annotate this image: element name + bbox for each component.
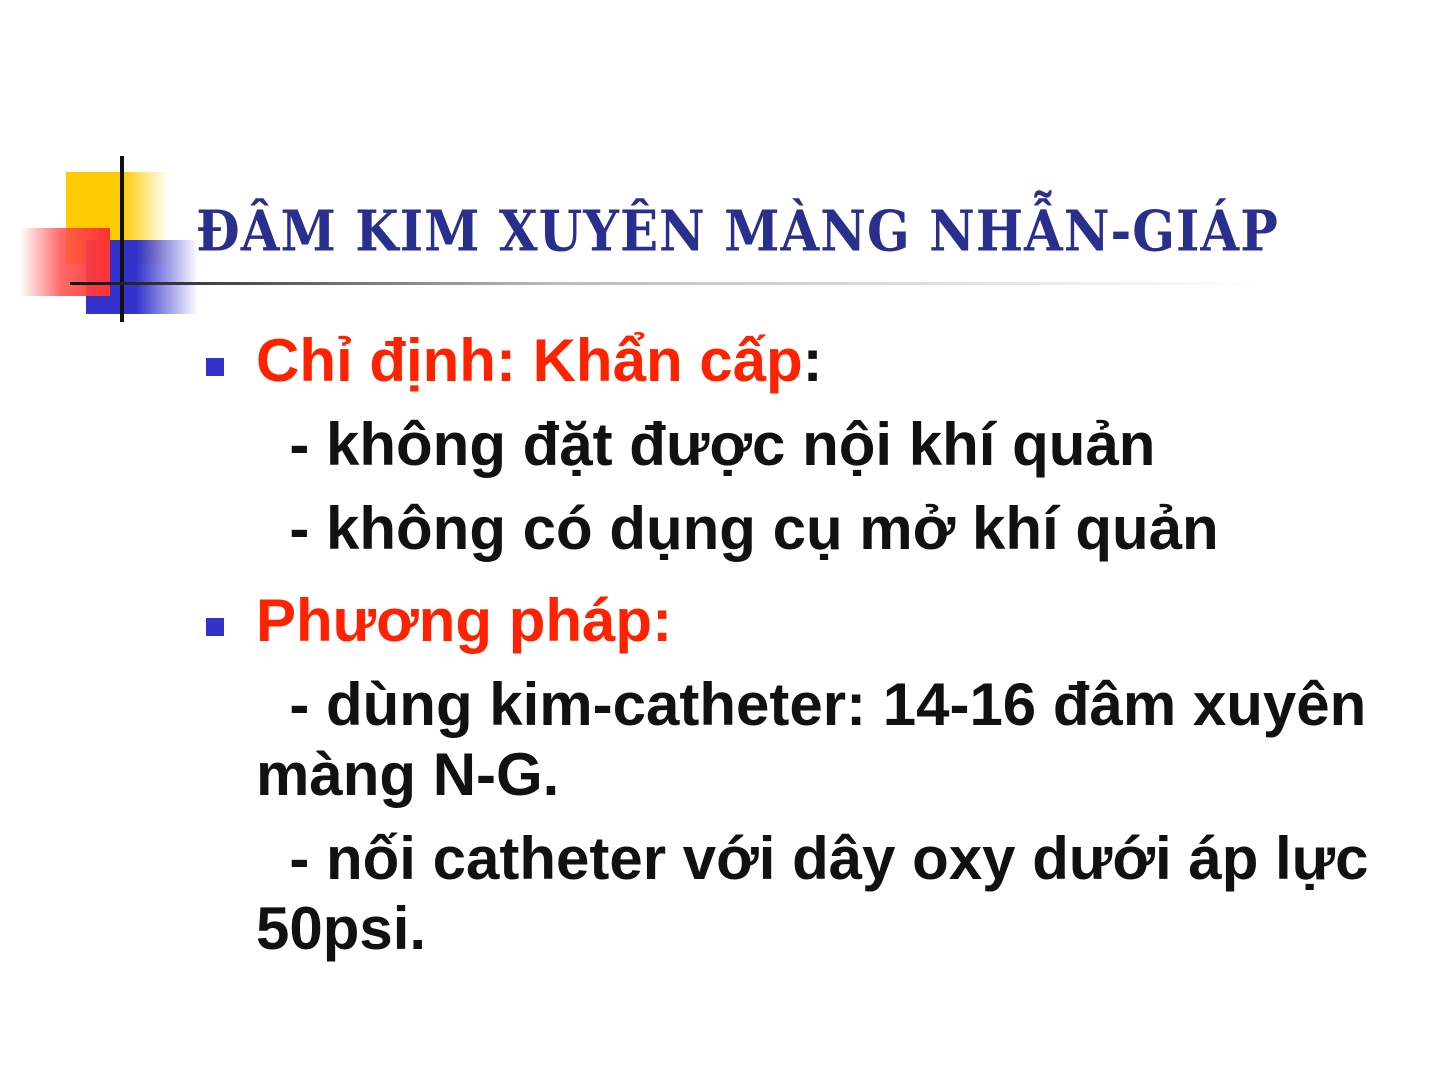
- sub-item: - không có dụng cụ mở khí quản: [256, 495, 1219, 562]
- decor-vertical-line: [120, 156, 124, 322]
- bullet-heading: Chỉ định: Khẩn cấp: [256, 327, 803, 394]
- decor-red-square: [20, 228, 110, 296]
- bullet-method: Phương pháp:: [200, 582, 1400, 660]
- square-bullet-icon: [206, 618, 224, 636]
- slide: ĐÂM KIM XUYÊN MÀNG NHẪN-GIÁP Chỉ định: K…: [0, 0, 1440, 1080]
- bullet-heading: Phương pháp:: [256, 587, 673, 654]
- slide-content: Chỉ định: Khẩn cấp: - không đặt được nội…: [200, 322, 1400, 964]
- slide-title: ĐÂM KIM XUYÊN MÀNG NHẪN-GIÁP: [196, 198, 1279, 265]
- square-bullet-icon: [206, 358, 224, 376]
- sub-item: - không đặt được nội khí quản: [256, 411, 1156, 478]
- bullet-heading-suffix: :: [802, 327, 823, 394]
- decor-horizontal-rule: [70, 282, 1270, 285]
- bullet-indication: Chỉ định: Khẩn cấp:: [200, 322, 1400, 400]
- sub-item: - dùng kim-catheter: 14-16 đâm xuyên màn…: [256, 671, 1383, 808]
- sub-item: - nối catheter với dây oxy dưới áp lực 5…: [256, 825, 1386, 962]
